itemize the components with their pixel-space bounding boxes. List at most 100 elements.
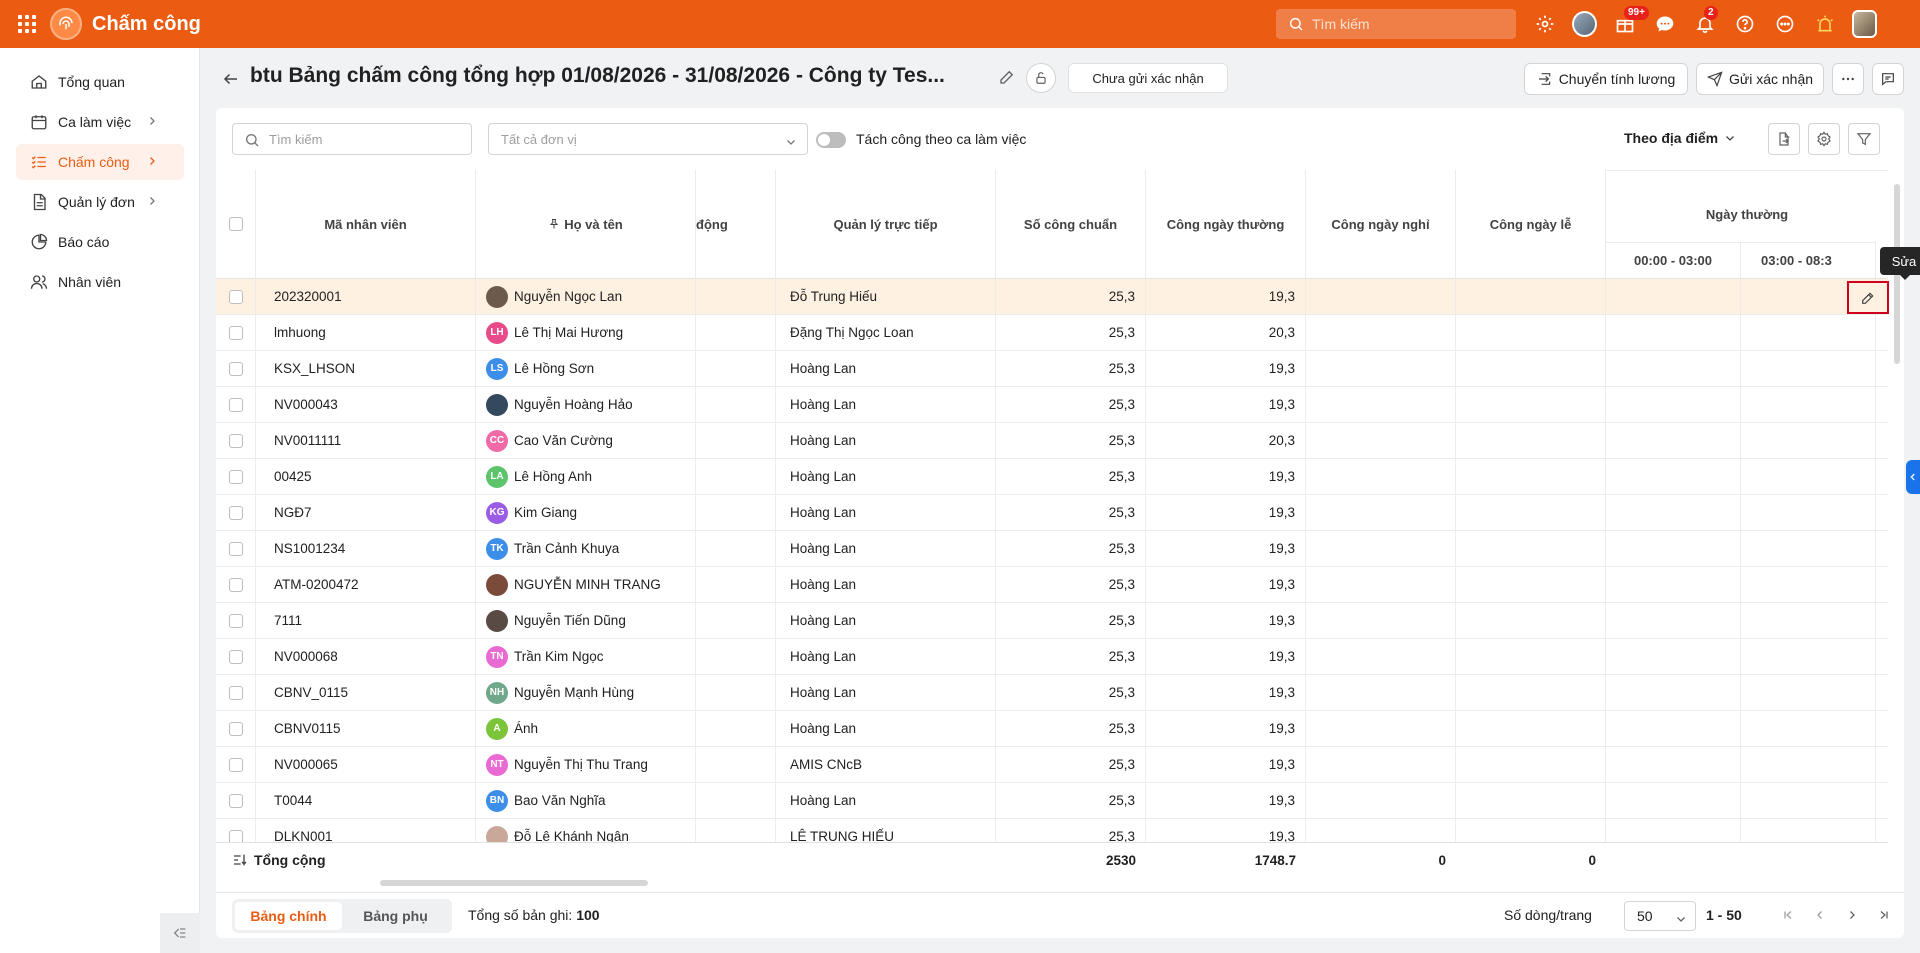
row-checkbox[interactable] <box>228 757 243 772</box>
cell-standard[interactable]: 25,3 <box>996 459 1146 494</box>
row-checkbox[interactable] <box>228 469 243 484</box>
cell-code[interactable]: 7111 <box>256 603 476 638</box>
cell-code[interactable]: CBNV0115 <box>256 711 476 746</box>
cell-name[interactable]: BN Bao Văn Nghĩa <box>476 783 696 818</box>
cell-standard[interactable]: 25,3 <box>996 711 1146 746</box>
col-header-name[interactable]: Họ và tên <box>476 170 696 278</box>
cell-off[interactable] <box>1306 675 1456 710</box>
per-page-select[interactable]: 50 <box>1624 901 1696 931</box>
cell-name[interactable]: TN Trần Kim Ngọc <box>476 639 696 674</box>
first-page-button[interactable] <box>1776 903 1800 927</box>
cell-off[interactable] <box>1306 603 1456 638</box>
cell-s1[interactable] <box>1606 351 1741 386</box>
cell-s1[interactable] <box>1606 315 1741 350</box>
cell-name[interactable]: Nguyễn Tiến Dũng <box>476 603 696 638</box>
row-edit-button[interactable] <box>1847 281 1889 314</box>
cell-status[interactable] <box>696 747 776 782</box>
cell-standard[interactable]: 25,3 <box>996 531 1146 566</box>
announcement-icon[interactable] <box>1812 12 1837 37</box>
row-checkbox[interactable] <box>228 397 243 412</box>
prev-page-button[interactable] <box>1808 903 1832 927</box>
col-header-off[interactable]: Công ngày nghỉ <box>1306 170 1456 278</box>
cell-weekday[interactable]: 19,3 <box>1146 387 1306 422</box>
cell-name[interactable]: CC Cao Văn Cường <box>476 423 696 458</box>
edit-title-icon[interactable] <box>998 68 1016 86</box>
cell-s2[interactable] <box>1741 783 1876 818</box>
cell-off[interactable] <box>1306 711 1456 746</box>
row-checkbox[interactable] <box>228 721 243 736</box>
cell-s2[interactable] <box>1741 567 1876 602</box>
sidebar-item-requests[interactable]: Quản lý đơn <box>16 184 184 220</box>
cell-manager[interactable]: Hoàng Lan <box>776 603 996 638</box>
cell-status[interactable] <box>696 675 776 710</box>
cell-code[interactable]: ATM-0200472 <box>256 567 476 602</box>
cell-name[interactable]: LA Lê Hồng Anh <box>476 459 696 494</box>
sidebar-item-shifts[interactable]: Ca làm việc <box>16 104 184 140</box>
cell-holiday[interactable] <box>1456 423 1606 458</box>
pin-icon[interactable] <box>548 218 560 230</box>
cell-s1[interactable] <box>1606 495 1741 530</box>
cell-name[interactable]: Nguyễn Hoàng Hảo <box>476 387 696 422</box>
cell-code[interactable]: NS1001234 <box>256 531 476 566</box>
cell-manager[interactable]: Hoàng Lan <box>776 531 996 566</box>
cell-manager[interactable]: Đỗ Trung Hiếu <box>776 279 996 314</box>
select-all-checkbox[interactable] <box>228 217 243 231</box>
cell-off[interactable] <box>1306 783 1456 818</box>
cell-code[interactable]: DLKN001 <box>256 819 476 842</box>
cell-standard[interactable]: 25,3 <box>996 639 1146 674</box>
col-header-status[interactable]: động <box>696 170 776 278</box>
cell-s1[interactable] <box>1606 747 1741 782</box>
sidebar-item-reports[interactable]: Báo cáo <box>16 224 184 260</box>
cell-holiday[interactable] <box>1456 351 1606 386</box>
cell-holiday[interactable] <box>1456 675 1606 710</box>
col-header-slot-1[interactable]: 00:00 - 03:00 <box>1606 242 1741 278</box>
cell-holiday[interactable] <box>1456 711 1606 746</box>
cell-status[interactable] <box>696 603 776 638</box>
cell-manager[interactable]: Hoàng Lan <box>776 495 996 530</box>
cell-weekday[interactable]: 19,3 <box>1146 603 1306 638</box>
cell-s2[interactable] <box>1741 711 1876 746</box>
cell-status[interactable] <box>696 351 776 386</box>
cell-standard[interactable]: 25,3 <box>996 567 1146 602</box>
cell-s1[interactable] <box>1606 603 1741 638</box>
cell-s1[interactable] <box>1606 819 1741 842</box>
cell-code[interactable]: 202320001 <box>256 279 476 314</box>
user-avatar[interactable] <box>1852 10 1877 38</box>
cell-s1[interactable] <box>1606 531 1741 566</box>
cell-name[interactable]: NT Nguyễn Thị Thu Trang <box>476 747 696 782</box>
cell-weekday[interactable]: 19,3 <box>1146 783 1306 818</box>
sidebar-item-timekeeping[interactable]: Chấm công <box>16 144 184 180</box>
table-row[interactable]: NV0011111 CC Cao Văn Cường Hoàng Lan 25,3 20,… <box>216 423 1888 459</box>
cell-s2[interactable] <box>1741 459 1876 494</box>
col-header-manager[interactable]: Quản lý trực tiếp <box>776 170 996 278</box>
cell-standard[interactable]: 25,3 <box>996 351 1146 386</box>
table-row[interactable]: NV000068 TN Trần Kim Ngọc Hoàng Lan 25,3 19,3 <box>216 639 1888 675</box>
help-icon[interactable] <box>1732 12 1757 37</box>
cell-code[interactable]: NV000043 <box>256 387 476 422</box>
cell-s1[interactable] <box>1606 279 1741 314</box>
cell-status[interactable] <box>696 531 776 566</box>
cell-manager[interactable]: Hoàng Lan <box>776 639 996 674</box>
cell-s2[interactable] <box>1741 675 1876 710</box>
row-checkbox[interactable] <box>228 793 243 808</box>
cell-standard[interactable]: 25,3 <box>996 387 1146 422</box>
table-row[interactable]: CBNV_0115 NH Nguyễn Mạnh Hùng Hoàng Lan 25,3… <box>216 675 1888 711</box>
table-search-input[interactable]: Tìm kiếm <box>232 123 472 155</box>
row-checkbox[interactable] <box>228 613 243 628</box>
send-confirmation-button[interactable]: Gửi xác nhận <box>1696 63 1824 95</box>
cell-name[interactable]: A Ánh <box>476 711 696 746</box>
cell-standard[interactable]: 25,3 <box>996 747 1146 782</box>
cell-s1[interactable] <box>1606 423 1741 458</box>
comment-button[interactable] <box>1872 63 1904 95</box>
cell-s2[interactable] <box>1741 315 1876 350</box>
table-row[interactable]: NGĐ7 KG Kim Giang Hoàng Lan 25,3 19,3 <box>216 495 1888 531</box>
col-header-slot-2[interactable]: 03:00 - 08:3 <box>1741 242 1876 278</box>
tab-sub-table[interactable]: Bảng phụ <box>342 902 449 930</box>
cell-s2[interactable] <box>1741 351 1876 386</box>
cell-weekday[interactable]: 19,3 <box>1146 819 1306 842</box>
table-row[interactable]: NV000043 Nguyễn Hoàng Hảo Hoàng Lan 25,3 19,… <box>216 387 1888 423</box>
cell-manager[interactable]: LÊ TRUNG HIẾU <box>776 819 996 842</box>
cell-s1[interactable] <box>1606 387 1741 422</box>
cell-standard[interactable]: 25,3 <box>996 819 1146 842</box>
cell-code[interactable]: NV000065 <box>256 747 476 782</box>
